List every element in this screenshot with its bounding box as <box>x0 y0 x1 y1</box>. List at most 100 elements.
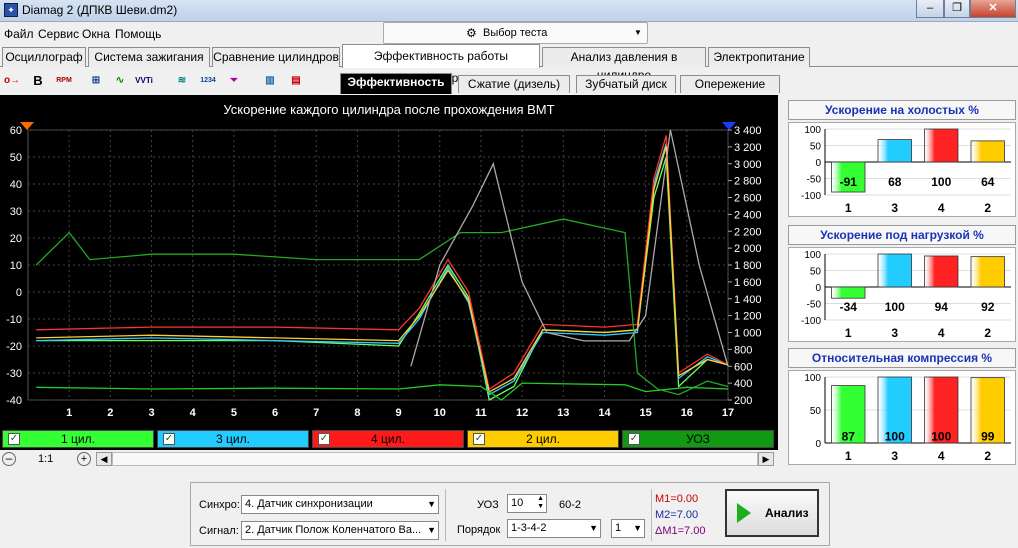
series-label: 1 цил. <box>61 432 95 446</box>
chevron-down-icon: ▼ <box>633 523 642 533</box>
series-toggle-uoz[interactable]: ✓ УОЗ <box>622 430 774 448</box>
y-left-tick-label: -40 <box>6 395 22 407</box>
checkbox-icon[interactable]: ✓ <box>628 433 640 445</box>
scale-icon[interactable]: ⊞ <box>86 72 106 90</box>
tab-power[interactable]: Электропитание <box>708 47 810 67</box>
y-right-tick-label: 3 000 <box>734 159 762 171</box>
order-num-select[interactable]: 1 ▼ <box>611 519 645 538</box>
mini-bar <box>877 139 912 163</box>
uoz-value: 10 <box>511 497 524 509</box>
load-accel-title: Ускорение под нагрузкой % <box>788 225 1016 245</box>
checkbox-icon[interactable]: ✓ <box>318 433 330 445</box>
tab-pressure-analysis[interactable]: Анализ давления в цилиндре <box>542 47 706 82</box>
chart-icon[interactable]: ▤ <box>286 72 306 90</box>
test-select-button[interactable]: ⚙ Выбор теста ▼ <box>383 22 648 44</box>
sync-label: Синхро: <box>199 499 240 511</box>
compression-title: Относительная компрессия % <box>788 348 1016 368</box>
left-marker-icon[interactable] <box>20 122 34 130</box>
bars-icon[interactable]: ▥ <box>260 72 280 90</box>
checkbox-icon[interactable]: ✓ <box>8 433 20 445</box>
tab-cylinder-compare[interactable]: Сравнение цилиндров <box>212 47 340 67</box>
mini-bar-value: 87 <box>842 429 856 443</box>
mini-y-tick-label: -100 <box>801 316 821 327</box>
mini-bar <box>924 255 959 288</box>
chevron-down-icon: ▼ <box>634 28 642 37</box>
series-legend: ✓ 1 цил. ✓ 3 цил. ✓ 4 цил. ✓ 2 цил. ✓ УОЗ <box>0 428 778 450</box>
y-left-tick-label: 40 <box>10 179 22 191</box>
uoz-spinner[interactable]: 10 ▲ ▼ <box>507 494 547 513</box>
zoom-in-icon[interactable]: + <box>77 452 91 466</box>
series-toggle-cyl1[interactable]: ✓ 1 цил. <box>2 430 154 448</box>
maximize-icon[interactable]: ❐ <box>944 0 970 18</box>
signal-select[interactable]: 2. Датчик Полож Коленчатого Ва... ▼ <box>241 521 439 540</box>
subtab-compression-diesel[interactable]: Сжатие (дизель) <box>458 75 570 93</box>
mini-y-tick-label: -100 <box>801 191 821 202</box>
menu-file[interactable]: Файл <box>4 27 34 41</box>
mini-y-tick-label: 0 <box>815 158 821 169</box>
vvti-button[interactable]: VVTi <box>134 72 154 90</box>
y-right-tick-label: 400 <box>734 378 752 390</box>
test-select-label: Выбор теста <box>483 27 548 39</box>
checkbox-icon[interactable]: ✓ <box>163 433 175 445</box>
zoom-out-icon[interactable]: – <box>2 452 16 466</box>
scroll-left-icon[interactable]: ◀ <box>96 452 112 466</box>
mini-category-label: 3 <box>891 449 898 463</box>
subtab-efficiency[interactable]: Эффективность <box>340 73 452 94</box>
y-left-tick-label: 30 <box>10 206 22 218</box>
idle-accel-title: Ускорение на холостых % <box>788 100 1016 120</box>
menu-windows[interactable]: Окна <box>82 27 110 41</box>
x-tick-label: 14 <box>598 407 611 419</box>
funnel-icon[interactable]: ⏷ <box>224 72 244 90</box>
checkbox-icon[interactable]: ✓ <box>473 433 485 445</box>
order-select[interactable]: 1-3-4-2 ▼ <box>507 519 601 538</box>
series-toggle-cyl4[interactable]: ✓ 4 цил. <box>312 430 464 448</box>
order-value: 1-3-4-2 <box>511 522 547 534</box>
bold-b-button[interactable]: B <box>28 72 48 90</box>
spinner-icon[interactable]: ▲ ▼ <box>537 495 544 511</box>
rpm-button[interactable]: RPM <box>54 72 74 90</box>
bottom-controls: Синхро: 4. Датчик синхронизации ▼ Сигнал:… <box>190 482 830 546</box>
cursor-icon[interactable]: o→ <box>2 72 22 90</box>
series-toggle-cyl2[interactable]: ✓ 2 цил. <box>467 430 619 448</box>
tab-oscilloscope[interactable]: Осциллограф <box>2 47 86 67</box>
main-tabs: Осциллограф Система зажигания Сравнение … <box>0 44 1018 85</box>
mini-category-label: 2 <box>984 201 991 215</box>
series-toggle-cyl3[interactable]: ✓ 3 цил. <box>157 430 309 448</box>
minimize-icon[interactable]: – <box>916 0 944 18</box>
y-left-tick-label: 10 <box>10 260 22 272</box>
y-right-tick-label: 1 400 <box>734 294 762 306</box>
tab-ignition[interactable]: Система зажигания <box>88 47 210 67</box>
mini-category-label: 3 <box>891 201 898 215</box>
series-label: 3 цил. <box>216 432 250 446</box>
mini-category-label: 4 <box>938 326 945 340</box>
menu-service[interactable]: Сервис <box>38 27 79 41</box>
y-left-tick-label: 0 <box>16 287 22 299</box>
scroll-right-icon[interactable]: ▶ <box>758 452 774 466</box>
close-icon[interactable]: ✕ <box>970 0 1016 18</box>
mini-bar <box>831 286 866 299</box>
mini-bar <box>877 253 912 288</box>
mini-bar-value: 64 <box>981 175 995 189</box>
analysis-button[interactable]: Анализ <box>725 489 819 537</box>
graph-icon[interactable]: ∿ <box>110 72 130 90</box>
mini-bar-value: 100 <box>885 300 905 314</box>
order-label: Порядок <box>457 524 501 536</box>
uoz-extra: 60-2 <box>559 499 582 511</box>
mini-category-label: 2 <box>984 326 991 340</box>
sync-select[interactable]: 4. Датчик синхронизации ▼ <box>241 495 439 514</box>
subtab-advance[interactable]: Опережение <box>680 75 780 93</box>
signal-label: Сигнал: <box>199 525 239 537</box>
series-line-6 <box>36 382 729 401</box>
y-right-tick-label: 1 800 <box>734 260 762 272</box>
y-right-tick-label: 3 200 <box>734 142 762 154</box>
filter-icon[interactable]: ≋ <box>172 72 192 90</box>
menu-help[interactable]: Помощь <box>115 27 161 41</box>
window-title: Diamag 2 (ДПКВ Шеви.dm2) <box>22 3 178 17</box>
tab-cylinder-efficiency[interactable]: Эффективность работы цилиндров <box>342 44 540 85</box>
order-1234-button[interactable]: 1234 <box>198 72 218 90</box>
main-chart[interactable]: Ускорение каждого цилиндра после прохожд… <box>0 95 778 428</box>
right-panel: Ускорение на холостых % 100 50 0 -50 -100 -91… <box>784 95 1018 467</box>
horizontal-scrollbar[interactable] <box>112 452 758 466</box>
subtab-tooth-disk[interactable]: Зубчатый диск <box>576 75 676 93</box>
order-num-value: 1 <box>615 522 622 534</box>
